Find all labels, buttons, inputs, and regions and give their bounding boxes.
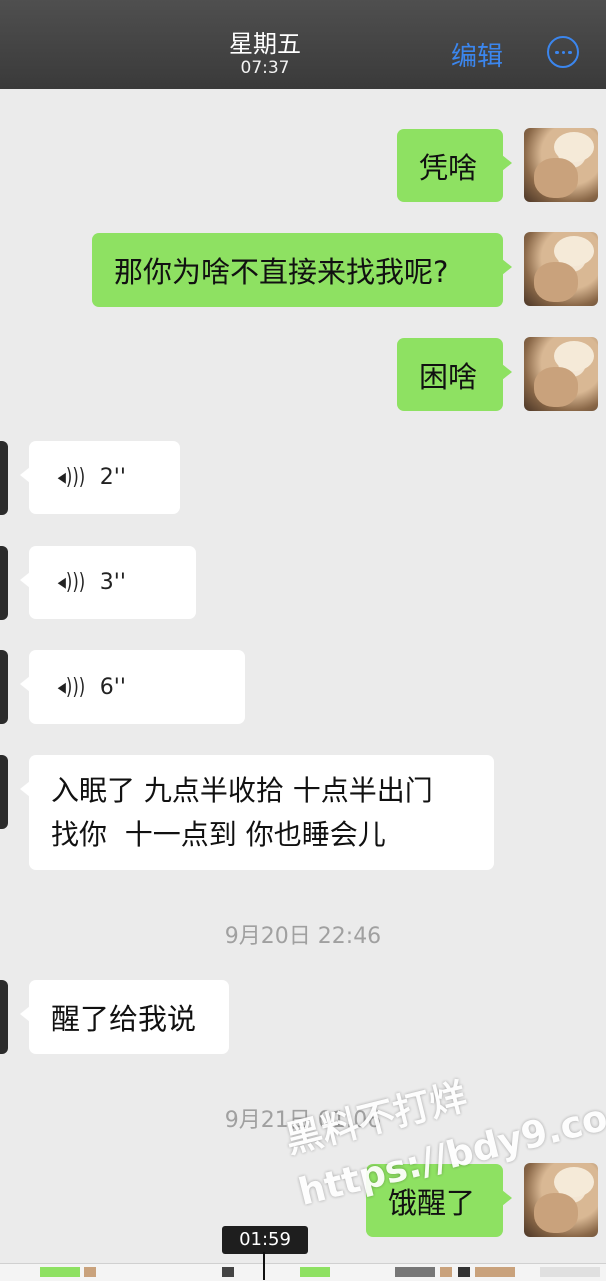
voice-message[interactable]: ◂))) 2'' bbox=[20, 441, 180, 514]
avatar[interactable] bbox=[524, 337, 598, 411]
voice-duration: 2'' bbox=[99, 465, 126, 490]
avatar[interactable] bbox=[0, 441, 8, 515]
edit-button[interactable]: 编辑 bbox=[451, 36, 503, 73]
avatar[interactable] bbox=[524, 232, 598, 306]
message-bubble-incoming[interactable]: 入眠了 九点半收拾 十点半出门 找你 十一点到 你也睡会儿 bbox=[20, 755, 494, 870]
message-text-line: 入眠了 九点半收拾 十点半出门 bbox=[51, 773, 433, 807]
message-bubble-incoming[interactable]: 醒了给我说 bbox=[20, 980, 229, 1054]
player-time-indicator: 01:59 bbox=[222, 1226, 308, 1254]
voice-wave-icon: ◂))) bbox=[57, 674, 86, 700]
avatar[interactable] bbox=[0, 755, 8, 829]
message-text: 困啥 bbox=[419, 359, 478, 394]
avatar[interactable] bbox=[0, 650, 8, 724]
voice-duration: 3'' bbox=[99, 570, 126, 595]
timestamp: 9月20日 22:46 bbox=[224, 924, 382, 949]
message-text: 醒了给我说 bbox=[51, 1002, 197, 1036]
voice-message[interactable]: ◂))) 6'' bbox=[20, 650, 245, 724]
message-bubble-outgoing[interactable]: 凭啥 bbox=[397, 129, 512, 202]
voice-wave-icon: ◂))) bbox=[57, 570, 86, 595]
chat-header: 星期五 07:37 编辑 bbox=[0, 0, 606, 89]
message-text: 凭啥 bbox=[419, 150, 478, 185]
voice-message[interactable]: ◂))) 3'' bbox=[20, 546, 196, 619]
avatar[interactable] bbox=[524, 128, 598, 202]
avatar[interactable] bbox=[0, 980, 8, 1054]
avatar[interactable] bbox=[0, 546, 8, 620]
more-options-icon[interactable] bbox=[547, 36, 579, 68]
voice-duration: 6'' bbox=[99, 674, 126, 700]
voice-wave-icon: ◂))) bbox=[57, 465, 86, 490]
message-bubble-outgoing[interactable]: 那你为啥不直接来找我呢? bbox=[92, 233, 512, 307]
playhead[interactable] bbox=[263, 1252, 265, 1280]
message-text-line: 找你 十一点到 你也睡会儿 bbox=[51, 817, 386, 851]
message-text: 那你为啥不直接来找我呢? bbox=[114, 255, 449, 289]
video-thumbnail-strip[interactable] bbox=[0, 1263, 606, 1281]
message-bubble-outgoing[interactable]: 困啥 bbox=[397, 338, 512, 411]
